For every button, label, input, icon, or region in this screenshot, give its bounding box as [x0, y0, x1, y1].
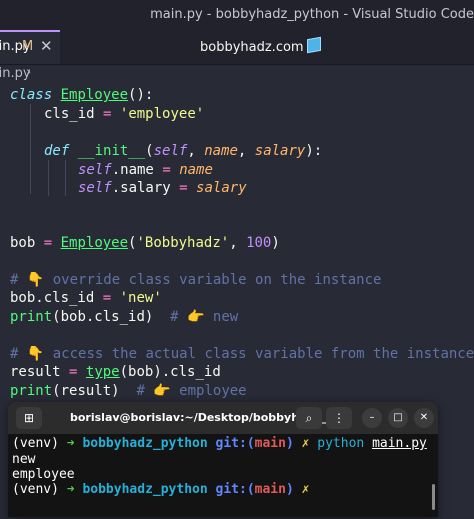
editor-tab-bar: main.py M ✕ bobbyhadz.com	[0, 30, 474, 65]
window-title: main.py - bobbyhadz_python - Visual Stud…	[150, 7, 474, 22]
kebab-menu-icon[interactable]: ⋮	[326, 407, 352, 429]
minimize-icon[interactable]: –	[362, 408, 382, 428]
code-line-12: bob.cls_id = 'new'	[10, 290, 162, 306]
indent-guide	[48, 160, 49, 196]
code-line-5: self.name = name	[78, 162, 213, 178]
breadcrumb: main.py ›	[0, 64, 474, 84]
editor-tab-main-py[interactable]: main.py M ✕	[0, 30, 60, 64]
code-line-17: print(result) # 👉 employee	[10, 383, 247, 399]
terminal-scrollbar[interactable]	[432, 484, 435, 510]
point-right-emoji: 👉	[153, 383, 171, 399]
site-title: bobbyhadz.com	[200, 36, 321, 55]
new-tab-icon[interactable]: ⊞	[16, 407, 42, 429]
maximize-icon[interactable]: □	[388, 408, 408, 428]
terminal-command-line: (venv) ➜ bobbyhadz_python git:(main) ✗ p…	[12, 436, 427, 451]
terminal-window[interactable]: ⊞ borislav@borislav:~/Desktop/bobbyhadz_…	[8, 402, 438, 517]
code-line-15: # 👇 access the actual class variable fro…	[10, 346, 474, 362]
point-down-emoji: 👇	[26, 272, 45, 288]
indent-guide	[65, 160, 66, 196]
site-title-text: bobbyhadz.com	[200, 40, 304, 55]
terminal-output-line: employee	[12, 467, 75, 482]
search-icon[interactable]: ⌕	[296, 407, 322, 429]
code-line-1: class Employee():	[10, 87, 154, 103]
chevron-right-icon: ›	[26, 65, 32, 80]
indent-guide	[30, 104, 31, 194]
code-line-11: # 👇 override class variable on the insta…	[10, 272, 382, 288]
window-title-bar: main.py - bobbyhadz_python - Visual Stud…	[0, 0, 474, 30]
close-icon[interactable]: ✕	[40, 37, 53, 55]
terminal-prompt-line: (venv) ➜ bobbyhadz_python git:(main) ✗	[12, 482, 310, 497]
point-right-emoji: 👉	[187, 309, 205, 325]
code-line-2: cls_id = 'employee'	[44, 106, 205, 122]
code-line-16: result = type(bob).cls_id	[10, 364, 221, 380]
terminal-header: ⊞ borislav@borislav:~/Desktop/bobbyhadz_…	[8, 402, 438, 434]
code-line-6: self.salary = salary	[78, 180, 247, 196]
code-line-9: bob = Employee('Bobbyhadz', 100)	[10, 235, 280, 251]
code-line-13: print(bob.cls_id) # 👉 new	[10, 309, 239, 325]
modified-badge: M	[22, 39, 34, 54]
point-down-emoji: 👇	[26, 346, 45, 362]
close-icon[interactable]: ✕	[414, 408, 434, 428]
cube-icon	[306, 36, 321, 54]
terminal-output-line: new	[12, 452, 36, 467]
code-line-4: def __init__(self, name, salary):	[44, 143, 323, 159]
